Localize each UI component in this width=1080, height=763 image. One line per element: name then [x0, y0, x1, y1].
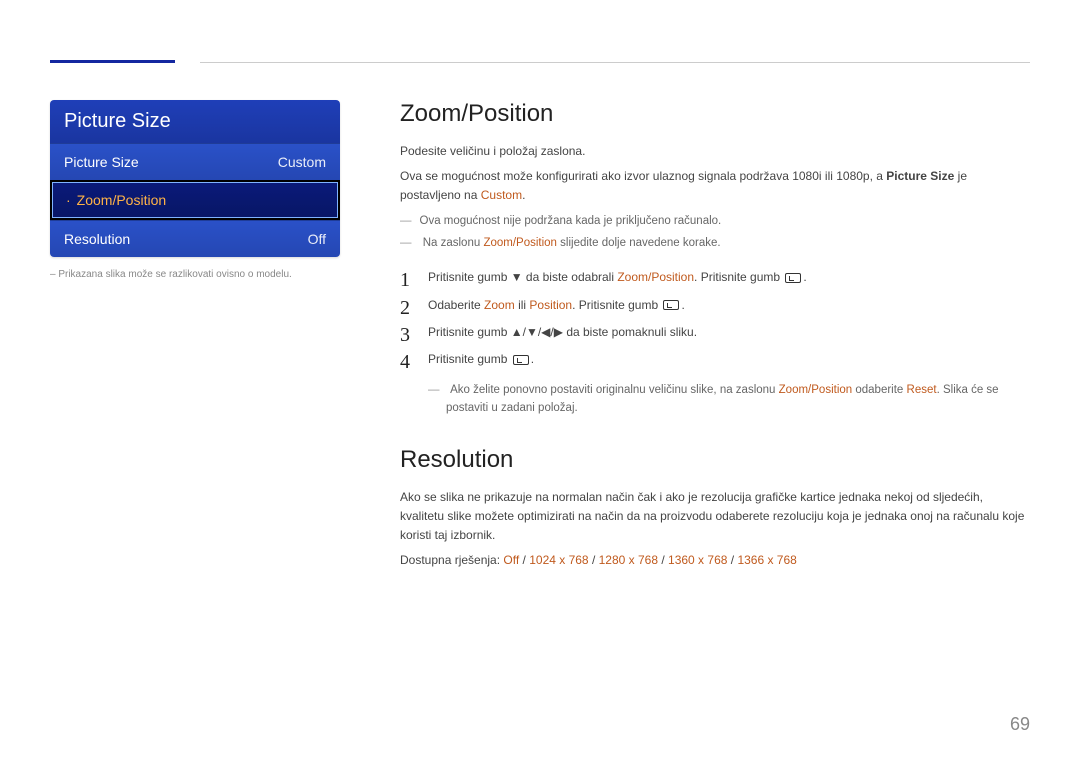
step-3: Pritisnite gumb ▲/▼/◀/▶ da biste pomaknu…: [400, 319, 1030, 346]
page-number: 69: [1010, 714, 1030, 735]
available-resolutions: Dostupna rješenja: Off / 1024 x 768 / 12…: [400, 551, 1030, 570]
enter-icon: [663, 300, 679, 310]
sidebar: Picture Size Picture Size Custom ·Zoom/P…: [50, 100, 340, 577]
arrow-up-icon: ▲: [511, 325, 523, 339]
intro-text: Podesite veličinu i položaj zaslona.: [400, 142, 1030, 161]
step-4: Pritisnite gumb .: [400, 346, 1030, 373]
resolution-option: 1360 x 768: [668, 553, 727, 567]
accent-term: Custom: [481, 188, 522, 202]
menu-row-zoom-position[interactable]: ·Zoom/Position: [50, 180, 340, 220]
text-fragment: ili: [515, 298, 530, 312]
menu-row-label: Resolution: [64, 231, 130, 247]
text-fragment: Ako želite ponovno postaviti originalnu …: [450, 384, 779, 396]
arrow-left-icon: ◀: [541, 325, 550, 339]
text-fragment: . Pritisnite gumb: [572, 298, 661, 312]
separator: /: [727, 553, 737, 567]
text-fragment: da biste pomaknuli sliku.: [563, 325, 697, 339]
text-fragment: odaberite: [852, 384, 906, 396]
menu-row-label: Picture Size: [64, 154, 139, 170]
accent-term: Zoom: [484, 298, 515, 312]
separator: /: [589, 553, 599, 567]
config-note: Ova se mogućnost može konfigurirati ako …: [400, 167, 1030, 205]
settings-menu-panel: Picture Size Picture Size Custom ·Zoom/P…: [50, 100, 340, 257]
text-fragment: . Pritisnite gumb: [694, 270, 783, 284]
text-fragment: Dostupna rješenja:: [400, 553, 503, 567]
text-fragment: da biste odabrali: [523, 270, 618, 284]
resolution-option: 1366 x 768: [737, 553, 796, 567]
section-title-zoom-position: Zoom/Position: [400, 100, 1030, 128]
resolution-option: Off: [503, 553, 519, 567]
resolution-option: 1280 x 768: [599, 553, 658, 567]
menu-row-value: Custom: [278, 154, 326, 170]
text-fragment: Pritisnite gumb: [428, 352, 511, 366]
active-indicator-icon: ·Zoom/Position: [66, 192, 166, 208]
accent-term: Reset: [907, 384, 937, 396]
menu-row-picture-size[interactable]: Picture Size Custom: [50, 143, 340, 180]
enter-icon: [513, 355, 529, 365]
step-1: Pritisnite gumb ▼ da biste odabrali Zoom…: [400, 264, 1030, 291]
text-fragment: Odaberite: [428, 298, 484, 312]
bold-term: Picture Size: [886, 169, 954, 183]
accent-term: Position: [529, 298, 572, 312]
text-fragment: slijedite dolje navedene korake.: [557, 237, 721, 249]
section-title-resolution: Resolution: [400, 446, 1030, 474]
step-2: Odaberite Zoom ili Position. Pritisnite …: [400, 292, 1030, 319]
menu-row-resolution[interactable]: Resolution Off: [50, 220, 340, 257]
header-divider: [200, 62, 1030, 63]
dash-note-steps: Na zaslonu Zoom/Position slijedite dolje…: [400, 234, 1030, 252]
arrow-down-icon: ▼: [526, 325, 538, 339]
accent-term: Zoom/Position: [617, 270, 694, 284]
text-fragment: Na zaslonu: [423, 237, 484, 249]
accent-term: Zoom/Position: [779, 384, 853, 396]
header-accent-bar: [50, 60, 175, 63]
main-content: Zoom/Position Podesite veličinu i položa…: [400, 100, 1030, 577]
text-fragment: Ova se mogućnost može konfigurirati ako …: [400, 169, 886, 183]
separator: /: [658, 553, 668, 567]
enter-icon: [785, 273, 801, 283]
menu-row-label: Zoom/Position: [77, 192, 166, 208]
dash-note-pc: Ova mogućnost nije podržana kada je prik…: [400, 212, 1030, 230]
text-fragment: Pritisnite gumb: [428, 270, 511, 284]
separator: /: [519, 553, 529, 567]
text-fragment: Pritisnite gumb: [428, 325, 511, 339]
menu-row-value: Off: [308, 231, 326, 247]
menu-title: Picture Size: [50, 100, 340, 143]
resolution-option: 1024 x 768: [529, 553, 588, 567]
accent-term: Zoom/Position: [483, 237, 557, 249]
sidebar-caption: – Prikazana slika može se razlikovati ov…: [50, 269, 340, 280]
arrow-down-icon: ▼: [511, 270, 523, 284]
resolution-paragraph: Ako se slika ne prikazuje na normalan na…: [400, 488, 1030, 546]
steps-list: Pritisnite gumb ▼ da biste odabrali Zoom…: [400, 264, 1030, 373]
dash-note-reset: Ako želite ponovno postaviti originalnu …: [410, 381, 1030, 418]
arrow-right-icon: ▶: [554, 325, 563, 339]
